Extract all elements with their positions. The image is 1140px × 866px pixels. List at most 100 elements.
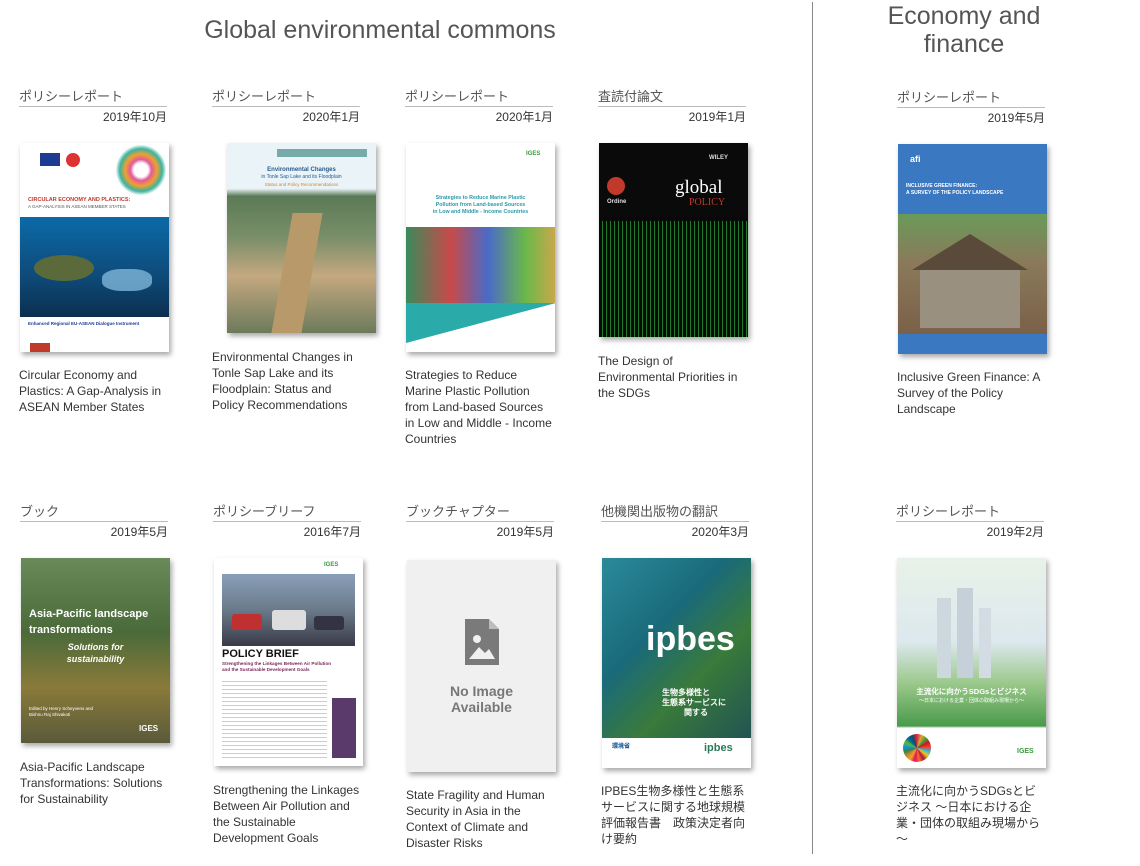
publication-cover[interactable]: WILEY Ordine global POLICY (599, 143, 748, 337)
publication-card: ポリシーレポート 2019年10月 (19, 89, 179, 124)
cover-tagline: Solutions for (67, 642, 124, 652)
category-rule (896, 521, 1044, 522)
cover-title: 主流化に向かうSDGsとビジネス (916, 687, 1027, 696)
publication-cover[interactable]: Asia-Pacific landscape transformations S… (21, 558, 170, 743)
publication-cover[interactable]: afi INCLUSIVE GREEN FINANCE: A SURVEY OF… (898, 144, 1047, 354)
publication-card: ポリシーレポート 2020年1月 (212, 89, 372, 124)
category-rule (213, 521, 361, 522)
publication-date: 2019年5月 (987, 111, 1045, 125)
cover-photo-house (898, 214, 1047, 334)
publication-title-link[interactable]: Strengthening the Linkages Between Air P… (213, 782, 363, 846)
iges-logo: IGES (526, 151, 541, 157)
publication-cover[interactable]: IGES POLICY BRIEF Strengthening the Link… (214, 558, 363, 766)
cover-subtitle: transformations (29, 624, 113, 636)
cover-footer: Enhanced Regional EU-ASEAN Dialogue Inst… (28, 321, 140, 326)
publication-date: 2019年5月 (496, 525, 554, 539)
partner-logos (277, 149, 367, 157)
category-rule (601, 521, 749, 522)
wiley-logo: WILEY (709, 155, 728, 161)
river-graphic (271, 213, 323, 333)
publication-title-link[interactable]: Inclusive Green Finance: A Survey of the… (897, 369, 1047, 417)
cover-subtitle: POLICY (689, 197, 726, 208)
eu-flag-icon (40, 153, 60, 166)
publication-card: ブック 2019年5月 (20, 504, 180, 539)
cover-photo-plastics (406, 227, 555, 303)
publication-category: ポリシーレポート (897, 90, 1002, 105)
publication-cover[interactable]: CIRCULAR ECONOMY AND PLASTICS: A GAP-ANA… (20, 143, 169, 352)
publication-cover[interactable]: IGES Strategies to Reduce Marine Plastic… (406, 143, 555, 352)
publication-card: ポリシーブリーフ 2016年7月 (213, 504, 373, 539)
cover-title: INCLUSIVE GREEN FINANCE: (906, 183, 978, 189)
cover-title: CIRCULAR ECONOMY AND PLASTICS: (28, 197, 131, 203)
publication-title-link[interactable]: Circular Economy and Plastics: A Gap-Ana… (19, 367, 169, 415)
publication-title-link[interactable]: State Fragility and Human Security in As… (406, 787, 556, 851)
section-divider (812, 2, 813, 854)
cover-title: global (675, 177, 723, 198)
ipbes-logo: ipbes (646, 620, 735, 658)
image-placeholder-icon (464, 619, 499, 665)
publication-card: ブックチャプター 2019年5月 (406, 504, 566, 539)
cover-subtitle-2: in Low and Middle - Income Countries (432, 209, 529, 215)
category-rule (897, 107, 1045, 108)
publication-title-link[interactable]: 主流化に向かうSDGsとビジネス ～日本における企業・団体の取組み現場から～ (896, 783, 1046, 847)
cover-photo-traffic (222, 574, 355, 646)
category-rule (20, 521, 168, 522)
sdg-wheel-icon (903, 734, 931, 762)
publication-card: ポリシーレポート 2019年5月 (897, 90, 1057, 125)
cover-subtitle: 生態系サービスに (662, 698, 726, 707)
publication-cover[interactable]: 主流化に向かうSDGsとビジネス ～日本における企業・団体の取組み現場から～ I… (897, 558, 1046, 768)
publication-date: 2016年7月 (303, 525, 361, 539)
publication-card: 査読付論文 2019年1月 (598, 89, 758, 124)
publication-title-link[interactable]: IPBES生物多様性と生態系サービスに関する地球規模評価報告書 政策決定者向け要… (601, 783, 751, 847)
publication-category: ブック (20, 504, 60, 519)
publication-cover[interactable]: ipbes 生物多様性と 生態系サービスに 関する 環境省 ipbes (602, 558, 751, 768)
publication-title-link[interactable]: Environmental Changes in Tonle Sap Lake … (212, 349, 362, 413)
ipbes-small-logo: ipbes (704, 742, 733, 754)
publication-card: ポリシーレポート 2019年2月 (896, 504, 1056, 539)
iges-logo: IGES (324, 562, 339, 568)
publication-category: 他機関出版物の翻訳 (601, 504, 719, 519)
publication-category: 査読付論文 (598, 89, 664, 104)
publication-date: 2020年3月 (691, 525, 749, 539)
cover-photo-turtle (20, 217, 169, 317)
publications-page: Global environmental commons Economy and… (0, 0, 1140, 866)
publication-date: 2019年10月 (102, 110, 167, 124)
cover-body-text (222, 678, 327, 758)
cover-subtitle: in Tonle Sap Lake and its Floodplain (261, 174, 342, 180)
asean-logo-icon (66, 153, 80, 167)
iges-logo: IGES (139, 724, 159, 733)
publication-category: ポリシーレポート (896, 504, 1001, 519)
no-image-label: No Image Available (449, 683, 513, 715)
cover-subtitle: A SURVEY OF THE POLICY LANDSCAPE (906, 190, 1004, 196)
cover-editors: Edited by Henry Scheyvens and (29, 706, 94, 711)
category-rule (212, 106, 360, 107)
gp-logo-icon (607, 177, 625, 195)
section-title-global: Global environmental commons (204, 16, 556, 44)
cover-subtitle: Strengthening the Linkages Between Air P… (222, 661, 332, 666)
publication-category: ポリシーレポート (212, 89, 317, 104)
cover-subtitle: Pollution from Land-based Sources (435, 202, 526, 208)
publication-category: ポリシーブリーフ (213, 504, 316, 519)
publication-card: 他機関出版物の翻訳 2020年3月 (601, 504, 761, 539)
publication-title-link[interactable]: Strategies to Reduce Marine Plastic Poll… (405, 367, 555, 447)
publication-cover[interactable]: Environmental Changes in Tonle Sap Lake … (227, 143, 376, 333)
publication-date: 2019年1月 (688, 110, 746, 124)
publication-title-link[interactable]: Asia-Pacific Landscape Transformations: … (20, 759, 170, 807)
publication-date: 2020年1月 (495, 110, 553, 124)
category-rule (406, 521, 554, 522)
cover-editors-2: Bishnu Raj Shivakoti (29, 712, 71, 717)
cover-subtitle: A GAP-ANALYSIS IN ASEAN MEMBER STATES (28, 204, 126, 209)
publication-title-link[interactable]: The Design of Environmental Priorities i… (598, 353, 748, 401)
section-title-economy: Economy and finance (887, 2, 1041, 58)
publication-cover-placeholder[interactable]: No Image Available (407, 560, 556, 772)
category-rule (19, 106, 167, 107)
spiral-graphic (116, 145, 166, 195)
cover-title: Asia-Pacific landscape (29, 608, 149, 620)
publication-category: ポリシーレポート (19, 89, 124, 104)
publication-date: 2019年5月 (110, 525, 168, 539)
cover-subtitle-2: 関する (684, 708, 708, 717)
cover-subtitle-2: and the Sustainable Development Goals (222, 667, 310, 672)
cover-title: 生物多様性と (662, 688, 710, 697)
publication-category: ポリシーレポート (405, 89, 510, 104)
matrix-graphic (599, 221, 748, 337)
